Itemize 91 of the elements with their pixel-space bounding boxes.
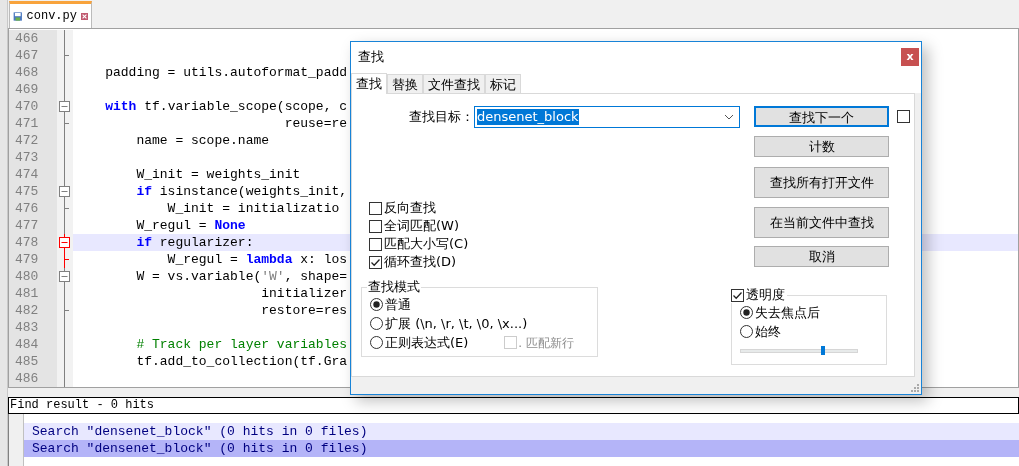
code-line: with tf.variable_scope(scope, c (104, 98, 348, 115)
code-line: W = vs.variable('W', shape= (135, 268, 348, 285)
radio-button[interactable] (370, 317, 383, 330)
code-line: W_regul = lambda x: los (166, 251, 348, 268)
line-number: 473 (9, 149, 57, 166)
dialog-tab[interactable]: 标记 (485, 74, 521, 93)
line-number: 480 (9, 268, 57, 285)
radio-button[interactable] (740, 325, 753, 338)
line-number: 472 (9, 132, 57, 149)
line-number: 485 (9, 353, 57, 370)
code-line: W_init = initializatio (166, 200, 340, 217)
radio-button[interactable] (370, 298, 383, 311)
code-line: tf.add_to_collection(tf.Gra (135, 353, 348, 370)
results-margin (9, 414, 24, 466)
line-number: 486 (9, 370, 57, 387)
code-line: restore=res (260, 302, 348, 319)
line-number: 483 (9, 319, 57, 336)
result-row[interactable]: Search "densenet_block" (0 hits in 0 files) (24, 423, 1019, 440)
line-number: 484 (9, 336, 57, 353)
line-number: 469 (9, 81, 57, 98)
result-row[interactable]: Search "densenet_block" (0 hits in 0 files) (24, 440, 1019, 457)
checkbox[interactable] (369, 255, 382, 269)
checkbox[interactable] (369, 237, 382, 251)
checkbox[interactable] (897, 110, 910, 123)
checkbox[interactable] (369, 201, 382, 215)
close-button[interactable]: x (901, 48, 919, 66)
line-number: 479 (9, 251, 57, 268)
code-line: if isinstance(weights_init, (135, 183, 348, 200)
line-number: 477 (9, 217, 57, 234)
radio-label: 正则表达式(E) (385, 333, 469, 352)
line-number: 468 (9, 64, 57, 81)
option-label: 循环查找(D) (384, 253, 457, 272)
tab-title: conv.py (26, 8, 77, 25)
code-line: W_regul = None (135, 217, 246, 234)
radio-label: 普通 (385, 295, 411, 314)
fold-margin[interactable] (57, 81, 73, 98)
fold-margin[interactable] (57, 115, 73, 132)
checkbox[interactable] (369, 219, 382, 233)
fold-margin[interactable] (57, 30, 73, 47)
fold-margin[interactable] (57, 251, 73, 268)
option-label: 反向查找 (384, 199, 436, 218)
radio-label: 失去焦点后 (755, 303, 820, 322)
dialog-button[interactable]: 查找所有打开文件 (754, 167, 889, 198)
line-number: 474 (9, 166, 57, 183)
line-number: 476 (9, 200, 57, 217)
dialog-button[interactable]: 在当前文件中查找 (754, 207, 889, 238)
code-line: if regularizer: (135, 234, 254, 251)
code-line: reuse=re (283, 115, 348, 132)
fold-margin[interactable] (57, 370, 73, 387)
dialog-tab[interactable]: 查找 (351, 73, 387, 94)
line-number: 475 (9, 183, 57, 200)
field-label: 查找目标： (408, 108, 474, 127)
radio-label: 始终 (755, 322, 781, 341)
option-label: 匹配大小写(C) (384, 235, 469, 254)
dialog-title: 查找 (358, 48, 384, 67)
radio-button[interactable] (740, 306, 753, 319)
line-number: 471 (9, 115, 57, 132)
line-number: 478 (9, 234, 57, 251)
option-label: . 匹配新行 (518, 334, 574, 352)
file-tab[interactable]: conv.py (9, 1, 92, 28)
code-line: name = scope.name (135, 132, 270, 149)
code-line: # Track per layer variables (135, 336, 348, 353)
radio-button[interactable] (370, 336, 383, 349)
dialog-tab[interactable]: 替换 (387, 74, 423, 93)
line-number: 481 (9, 285, 57, 302)
code-line: initializer (260, 285, 348, 302)
line-number: 482 (9, 302, 57, 319)
close-icon[interactable] (81, 10, 88, 22)
line-number: 466 (9, 30, 57, 47)
dropdown-caret-icon[interactable] (724, 114, 734, 120)
slider-thumb[interactable] (820, 346, 825, 355)
dialog-button[interactable]: 查找下一个 (754, 106, 889, 127)
fold-margin[interactable] (57, 285, 73, 302)
checkbox[interactable] (731, 288, 744, 302)
code-line: W_init = weights_init (135, 166, 301, 183)
group-title: 查找模式 (367, 279, 421, 295)
fold-margin[interactable] (57, 200, 73, 217)
option-label: 全词匹配(W) (384, 217, 459, 236)
radio-label: 扩展 (\n, \r, \t, \0, \x...) (385, 314, 528, 333)
line-number: 470 (9, 98, 57, 115)
line-number: 467 (9, 47, 57, 64)
panel-title: Find result - 0 hits (8, 397, 1019, 414)
fold-margin[interactable] (57, 166, 73, 183)
fold-margin[interactable] (57, 217, 73, 234)
option-label: 透明度 (746, 287, 785, 303)
search-field[interactable]: densenet_block (474, 106, 740, 128)
resize-grip-icon[interactable] (911, 384, 919, 392)
dialog-button[interactable]: 取消 (754, 246, 889, 267)
code-line: padding = utils.autoformat_padd (104, 64, 348, 81)
dialog-tab[interactable]: 文件查找 (423, 74, 485, 93)
dialog-button[interactable]: 计数 (754, 136, 889, 157)
